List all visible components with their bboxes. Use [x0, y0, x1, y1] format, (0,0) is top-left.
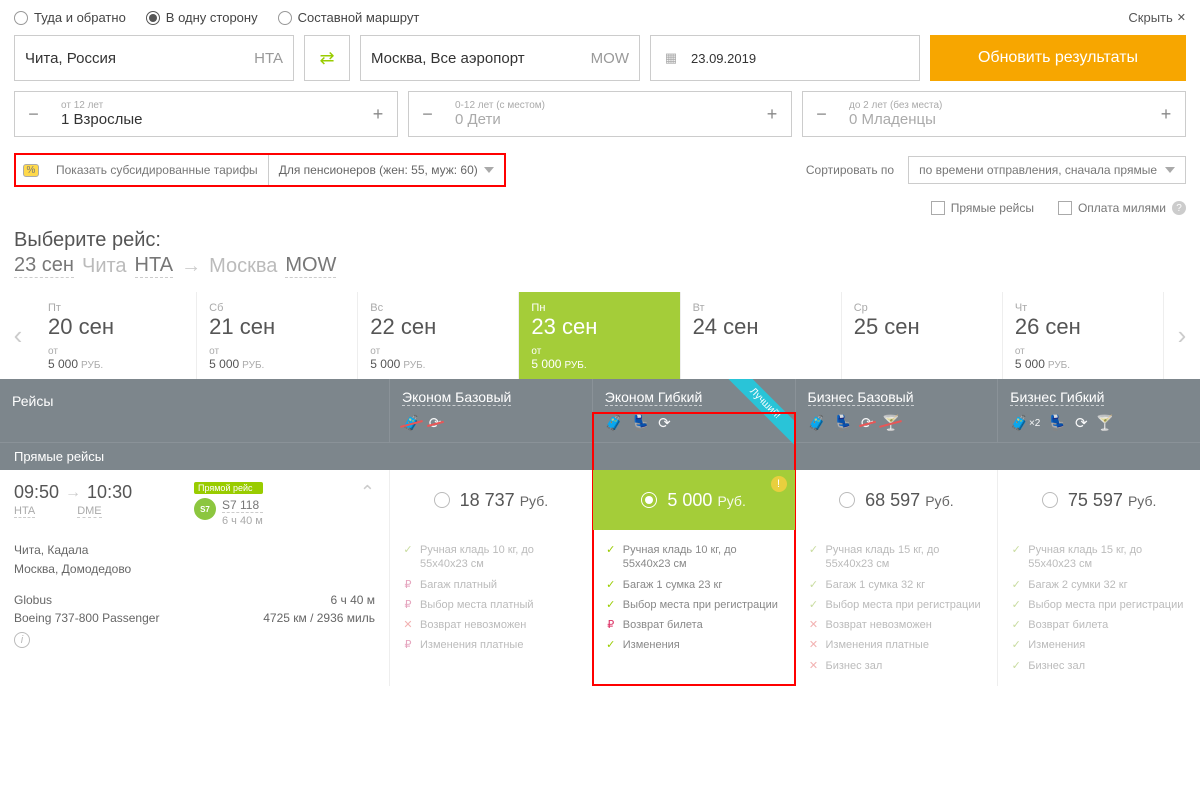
date-cell[interactable]: Вт24 сенот5 000РУБ.	[681, 292, 842, 379]
direct-flights-checkbox[interactable]: Прямые рейсы	[931, 201, 1034, 215]
fare-price-radio[interactable]: 68 597 Руб.	[796, 470, 998, 530]
seat-icon: 💺	[834, 414, 853, 432]
suitcase-icon: 🧳	[402, 414, 421, 432]
chevron-down-icon	[1165, 167, 1175, 173]
infants-stepper: − до 2 лет (без места)0 Младенцы +	[802, 91, 1186, 137]
swap-button[interactable]: ⇄	[304, 35, 350, 81]
hide-search-link[interactable]: Скрыть	[1128, 10, 1186, 25]
flight-info: 09:50 → 10:30 HTADME Прямой рейс S7 S7 1…	[0, 470, 390, 686]
suitcase-icon: 🧳	[808, 414, 827, 432]
departure-time: 09:50	[14, 482, 59, 503]
subsidized-label: Показать субсидированные тарифы	[46, 155, 269, 185]
help-icon[interactable]: ?	[1172, 201, 1186, 215]
direct-badge: Прямой рейс	[194, 482, 263, 494]
glass-icon: 🍸	[881, 414, 900, 432]
arrival-time: 10:30	[87, 482, 132, 503]
fare-column-0: 18 737 Руб.✓Ручная кладь 10 кг, до 55х40…	[390, 470, 593, 686]
children-plus[interactable]: +	[753, 92, 791, 136]
date-cell[interactable]: Сб21 сенот5 000РУБ.	[197, 292, 358, 379]
flights-header: Рейсы	[0, 379, 390, 442]
fare-header-business-flex: Бизнес Гибкий 🧳×2💺⟳🍸	[998, 379, 1200, 442]
refresh-icon: ⟳	[1075, 414, 1088, 432]
arrow-icon: →	[65, 484, 81, 502]
update-results-button[interactable]: Обновить результаты	[930, 35, 1186, 81]
trip-oneway[interactable]: В одну сторону	[146, 10, 258, 25]
refresh-icon: ⟳	[429, 414, 442, 432]
subsidized-select[interactable]: Для пенсионеров (жен: 55, муж: 60)	[269, 155, 504, 185]
date-cell[interactable]: Ср25 сенот5 000РУБ.	[842, 292, 1003, 379]
choose-flight-title: Выберите рейс:	[0, 229, 1200, 254]
subsidized-fares-box: % Показать субсидированные тарифы Для пе…	[14, 153, 506, 187]
refresh-icon: ⟳	[658, 414, 671, 432]
s7-logo-icon: S7	[194, 498, 216, 520]
infants-minus[interactable]: −	[803, 92, 841, 136]
trip-type-group: Туда и обратно В одну сторону Составной …	[14, 10, 419, 25]
chevron-down-icon	[484, 167, 494, 173]
sort-label: Сортировать по	[806, 163, 894, 177]
calendar-icon: ▦	[661, 48, 681, 68]
trip-roundtrip[interactable]: Туда и обратно	[14, 10, 126, 25]
seat-icon: 💺	[1048, 414, 1067, 432]
adults-plus[interactable]: +	[359, 92, 397, 136]
flight-number[interactable]: S7 118	[222, 498, 263, 513]
date-cell[interactable]: Пн23 сенот5 000РУБ.	[519, 292, 680, 379]
suitcase-icon: 🧳	[605, 414, 624, 432]
date-cell[interactable]: Вс22 сенот5 000РУБ.	[358, 292, 519, 379]
fare-price-radio[interactable]: 75 597 Руб.	[998, 470, 1200, 530]
direct-flights-section: Прямые рейсы	[0, 442, 1200, 470]
sort-select[interactable]: по времени отправления, сначала прямые	[908, 156, 1186, 184]
info-icon[interactable]: i	[14, 632, 30, 648]
date-cell[interactable]: Пт20 сенот5 000РУБ.	[36, 292, 197, 379]
fare-header-economy-basic: Эконом Базовый 🧳⟳	[390, 379, 593, 442]
glass-icon: 🍸	[1096, 414, 1115, 432]
trip-multi[interactable]: Составной маршрут	[278, 10, 420, 25]
children-stepper: − 0-12 лет (с местом)0 Дети +	[408, 91, 792, 137]
date-cell[interactable]: Чт26 сенот5 000РУБ.	[1003, 292, 1164, 379]
dates-prev[interactable]: ‹	[0, 292, 36, 379]
fare-column-1: 5 000 Руб.!✓Ручная кладь 10 кг, до 55х40…	[593, 470, 796, 686]
adults-minus[interactable]: −	[15, 92, 53, 136]
expand-flight-chevron[interactable]: ⌃	[360, 482, 375, 527]
adults-stepper: − от 12 лет1 Взрослые +	[14, 91, 398, 137]
date-field[interactable]: ▦ 23.09.2019	[650, 35, 920, 81]
suitcase-icon: 🧳×2	[1010, 414, 1040, 432]
pay-with-miles-checkbox[interactable]: Оплата милями?	[1058, 201, 1186, 215]
route-summary: 23 сен Чита HTA → Москва MOW	[0, 254, 1200, 292]
fare-column-3: 75 597 Руб.✓Ручная кладь 15 кг, до 55х40…	[998, 470, 1200, 686]
from-field[interactable]: Чита, Россия HTA	[14, 35, 294, 81]
infants-plus[interactable]: +	[1147, 92, 1185, 136]
fare-header-economy-flex: Эконом Гибкий 🧳💺⟳ Лучший!	[593, 379, 796, 442]
to-field[interactable]: Москва, Все аэропорт MOW	[360, 35, 640, 81]
dates-next[interactable]: ›	[1164, 292, 1200, 379]
seat-icon: 💺	[631, 414, 650, 432]
children-minus[interactable]: −	[409, 92, 447, 136]
warning-icon: !	[771, 476, 787, 492]
fare-price-radio[interactable]: 18 737 Руб.	[390, 470, 592, 530]
refresh-icon: ⟳	[861, 414, 874, 432]
fare-header-business-basic: Бизнес Базовый 🧳💺⟳🍸	[796, 379, 999, 442]
percent-icon: %	[16, 155, 46, 185]
fare-column-2: 68 597 Руб.✓Ручная кладь 15 кг, до 55х40…	[796, 470, 999, 686]
fare-price-radio[interactable]: 5 000 Руб.!	[593, 470, 795, 530]
